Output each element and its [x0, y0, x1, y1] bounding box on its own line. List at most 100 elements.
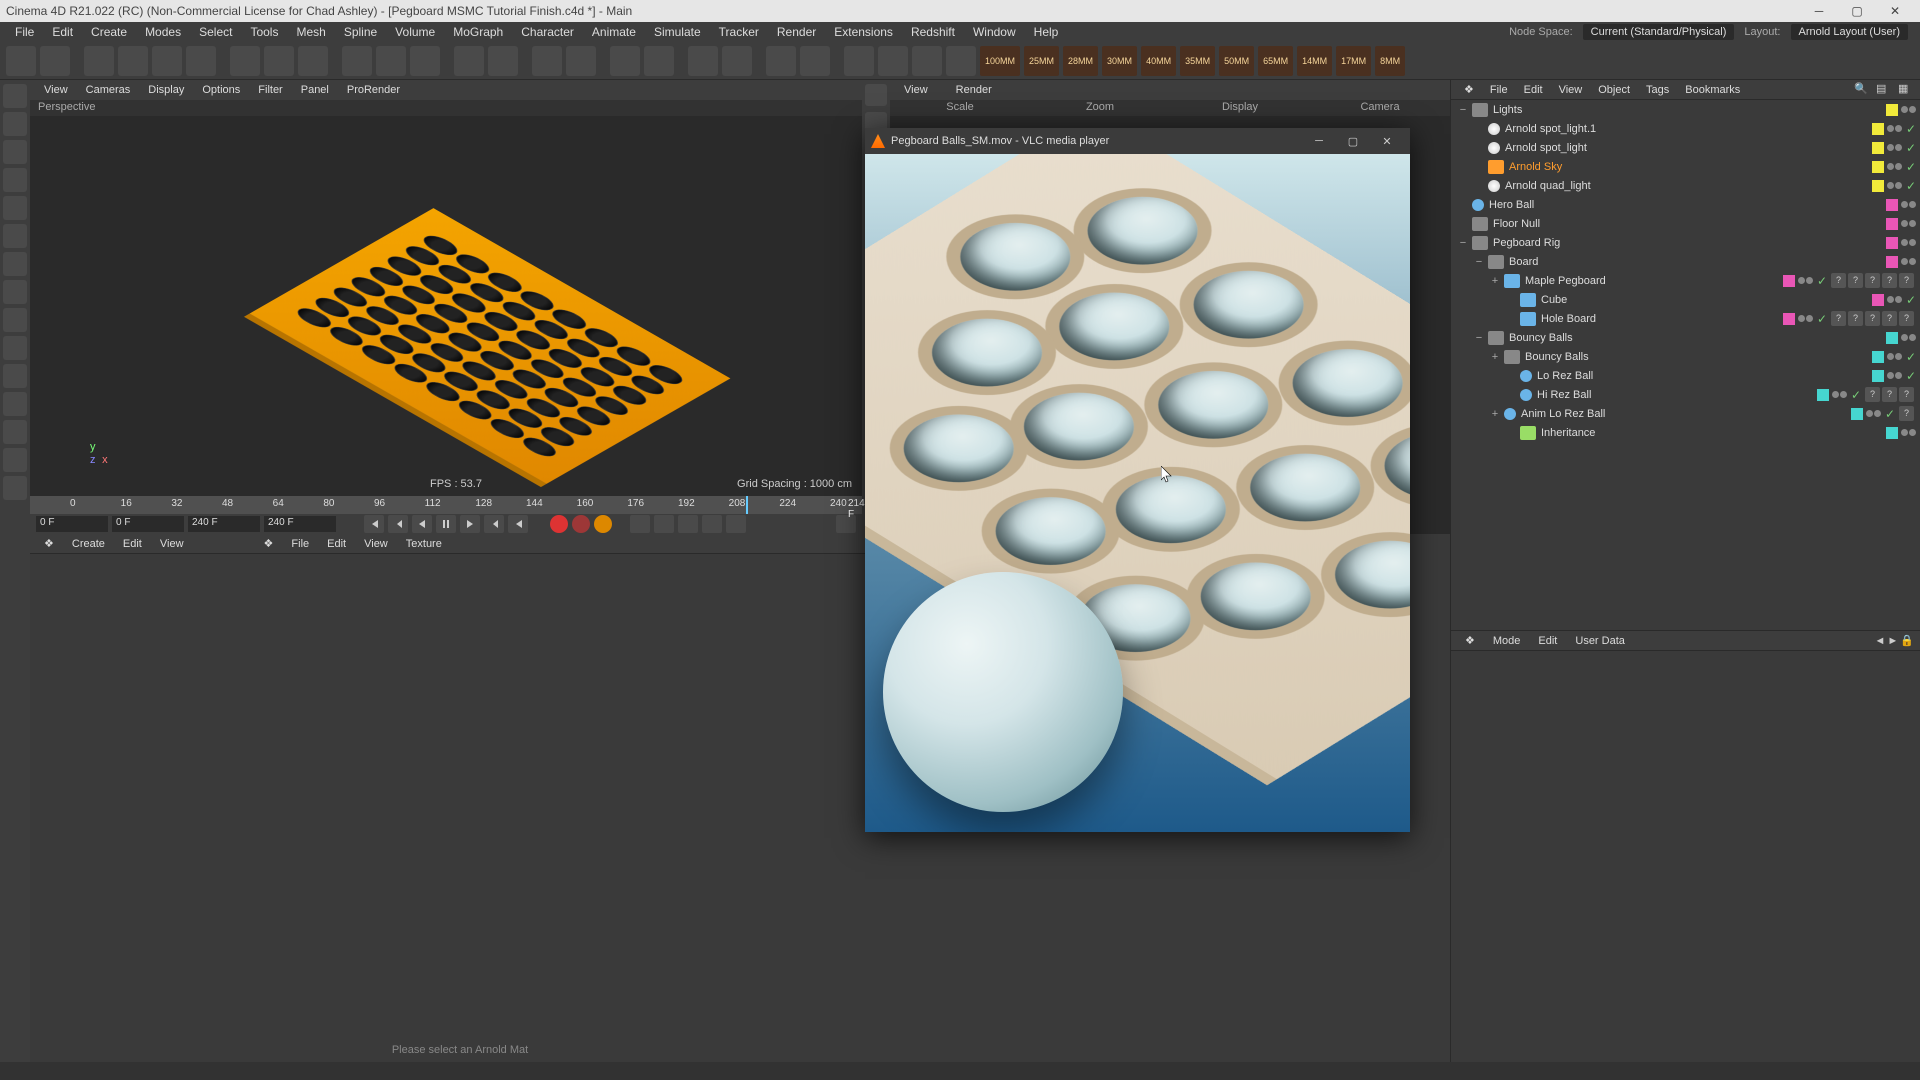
tree-row-lo-rez-ball[interactable]: Lo Rez Ball✓: [1451, 366, 1920, 385]
xray-icon[interactable]: [3, 392, 27, 416]
s-icon[interactable]: [3, 420, 27, 444]
visibility-dots[interactable]: [1901, 334, 1916, 341]
visibility-dots[interactable]: [1866, 410, 1881, 417]
tag-icon[interactable]: ?: [1865, 273, 1880, 288]
visibility-dots[interactable]: [1901, 429, 1916, 436]
s-icon[interactable]: [688, 46, 718, 76]
magnet-icon[interactable]: [3, 448, 27, 472]
cyan-cyl-icon[interactable]: [800, 46, 830, 76]
tree-row-hero-ball[interactable]: Hero Ball: [1451, 195, 1920, 214]
tag-icon[interactable]: ?: [1899, 387, 1914, 402]
enable-check[interactable]: ✓: [1851, 388, 1861, 402]
node-menu-3[interactable]: View: [356, 536, 396, 552]
frame-range-field[interactable]: 240 F: [264, 516, 336, 532]
attr-menu-2[interactable]: Edit: [1530, 633, 1565, 649]
tag-icon[interactable]: ?: [1865, 311, 1880, 326]
rv-tab-scale[interactable]: Scale: [890, 100, 1030, 116]
visibility-dots[interactable]: [1887, 296, 1902, 303]
obj-menu-3[interactable]: View: [1552, 82, 1590, 98]
texture-mode-icon[interactable]: [3, 112, 27, 136]
visibility-dots[interactable]: [1901, 220, 1916, 227]
visibility-dots[interactable]: [1798, 315, 1813, 322]
tree-row-hole-board[interactable]: Hole Board✓?????: [1451, 309, 1920, 328]
filter-icon[interactable]: ▤: [1876, 82, 1892, 98]
tag-icon[interactable]: ?: [1882, 311, 1897, 326]
enable-check[interactable]: ✓: [1906, 350, 1916, 364]
tag-icon[interactable]: ?: [1899, 311, 1914, 326]
x-axis-icon[interactable]: [230, 46, 260, 76]
visibility-dots[interactable]: [1798, 277, 1813, 284]
layer-swatch[interactable]: [1783, 313, 1795, 325]
vlc-minimize[interactable]: ─: [1302, 128, 1336, 154]
pos-key-toggle[interactable]: [630, 515, 650, 533]
prev-key-button[interactable]: [388, 515, 408, 533]
node-menu-4[interactable]: Texture: [398, 536, 450, 552]
layer-swatch[interactable]: [1872, 161, 1884, 173]
obj-menu-6[interactable]: Bookmarks: [1678, 82, 1747, 98]
tag-icon[interactable]: ?: [1899, 406, 1914, 421]
visibility-dots[interactable]: [1887, 182, 1902, 189]
next-frame-button[interactable]: [484, 515, 504, 533]
tree-twisty[interactable]: −: [1457, 104, 1469, 116]
vp-menu-panel[interactable]: Panel: [293, 82, 337, 98]
shade2-icon[interactable]: [878, 46, 908, 76]
mat-menu-1[interactable]: Create: [64, 536, 113, 552]
workplane-icon[interactable]: [644, 46, 674, 76]
rv-menu-render[interactable]: Render: [942, 82, 1006, 98]
mat-menu-3[interactable]: View: [152, 536, 192, 552]
menu-create[interactable]: Create: [82, 22, 136, 42]
scale-icon[interactable]: [152, 46, 182, 76]
enable-check[interactable]: ✓: [1906, 141, 1916, 155]
enable-check[interactable]: ✓: [1906, 179, 1916, 193]
tag-icon[interactable]: ?: [1848, 273, 1863, 288]
layer-swatch[interactable]: [1872, 123, 1884, 135]
redo-icon[interactable]: [40, 46, 70, 76]
menu-tracker[interactable]: Tracker: [710, 22, 768, 42]
pause-button[interactable]: [436, 515, 456, 533]
render-region-icon[interactable]: [410, 46, 440, 76]
vp-menu-prorender[interactable]: ProRender: [339, 82, 408, 98]
rv-menu-view[interactable]: View: [890, 82, 942, 98]
menu-mograph[interactable]: MoGraph: [444, 22, 512, 42]
menu-character[interactable]: Character: [512, 22, 583, 42]
point-mode-icon[interactable]: [3, 168, 27, 192]
uv-poly-icon[interactable]: [3, 252, 27, 276]
keyframe-sel-button[interactable]: [594, 515, 612, 533]
vlc-video-area[interactable]: [865, 154, 1410, 832]
attr-lock-icon[interactable]: 🔒: [1900, 634, 1914, 647]
obj-menu-0[interactable]: ❖: [1457, 81, 1481, 98]
layer-swatch[interactable]: [1886, 237, 1898, 249]
vp-menu-options[interactable]: Options: [194, 82, 248, 98]
tree-row-bouncy-balls[interactable]: −Bouncy Balls: [1451, 328, 1920, 347]
record-button[interactable]: [550, 515, 568, 533]
brush-icon[interactable]: [488, 46, 518, 76]
tweak-icon[interactable]: [3, 336, 27, 360]
tree-row-cube[interactable]: Cube✓: [1451, 290, 1920, 309]
shade3-icon[interactable]: [912, 46, 942, 76]
axis-icon[interactable]: [3, 308, 27, 332]
goto-start-button[interactable]: [364, 515, 384, 533]
layer-swatch[interactable]: [1872, 142, 1884, 154]
layer-swatch[interactable]: [1817, 389, 1829, 401]
viewport-solo-icon[interactable]: [3, 364, 27, 388]
uv-point-icon[interactable]: [3, 280, 27, 304]
menu-render[interactable]: Render: [768, 22, 825, 42]
attr-menu-3[interactable]: User Data: [1567, 633, 1633, 649]
material-icon[interactable]: [532, 46, 562, 76]
tree-row-pegboard-rig[interactable]: −Pegboard Rig: [1451, 233, 1920, 252]
mat-menu-0[interactable]: ❖: [36, 535, 62, 552]
model-mode-icon[interactable]: [3, 84, 27, 108]
view-icon[interactable]: ▦: [1898, 82, 1914, 98]
enable-check[interactable]: ✓: [1817, 312, 1827, 326]
tree-row-arnold-spot-light-1[interactable]: Arnold spot_light.1✓: [1451, 119, 1920, 138]
visibility-dots[interactable]: [1887, 144, 1902, 151]
tag-icon[interactable]: ?: [1865, 387, 1880, 402]
visibility-dots[interactable]: [1887, 163, 1902, 170]
menu-select[interactable]: Select: [190, 22, 241, 42]
menu-window[interactable]: Window: [964, 22, 1025, 42]
attr-nav-fwd-icon[interactable]: ►: [1887, 635, 1898, 647]
timeline-ruler[interactable]: 0163248648096112128144160176192208224240…: [30, 496, 862, 514]
snap-icon[interactable]: [610, 46, 640, 76]
rv-tab-zoom[interactable]: Zoom: [1030, 100, 1170, 116]
layer-swatch[interactable]: [1783, 275, 1795, 287]
